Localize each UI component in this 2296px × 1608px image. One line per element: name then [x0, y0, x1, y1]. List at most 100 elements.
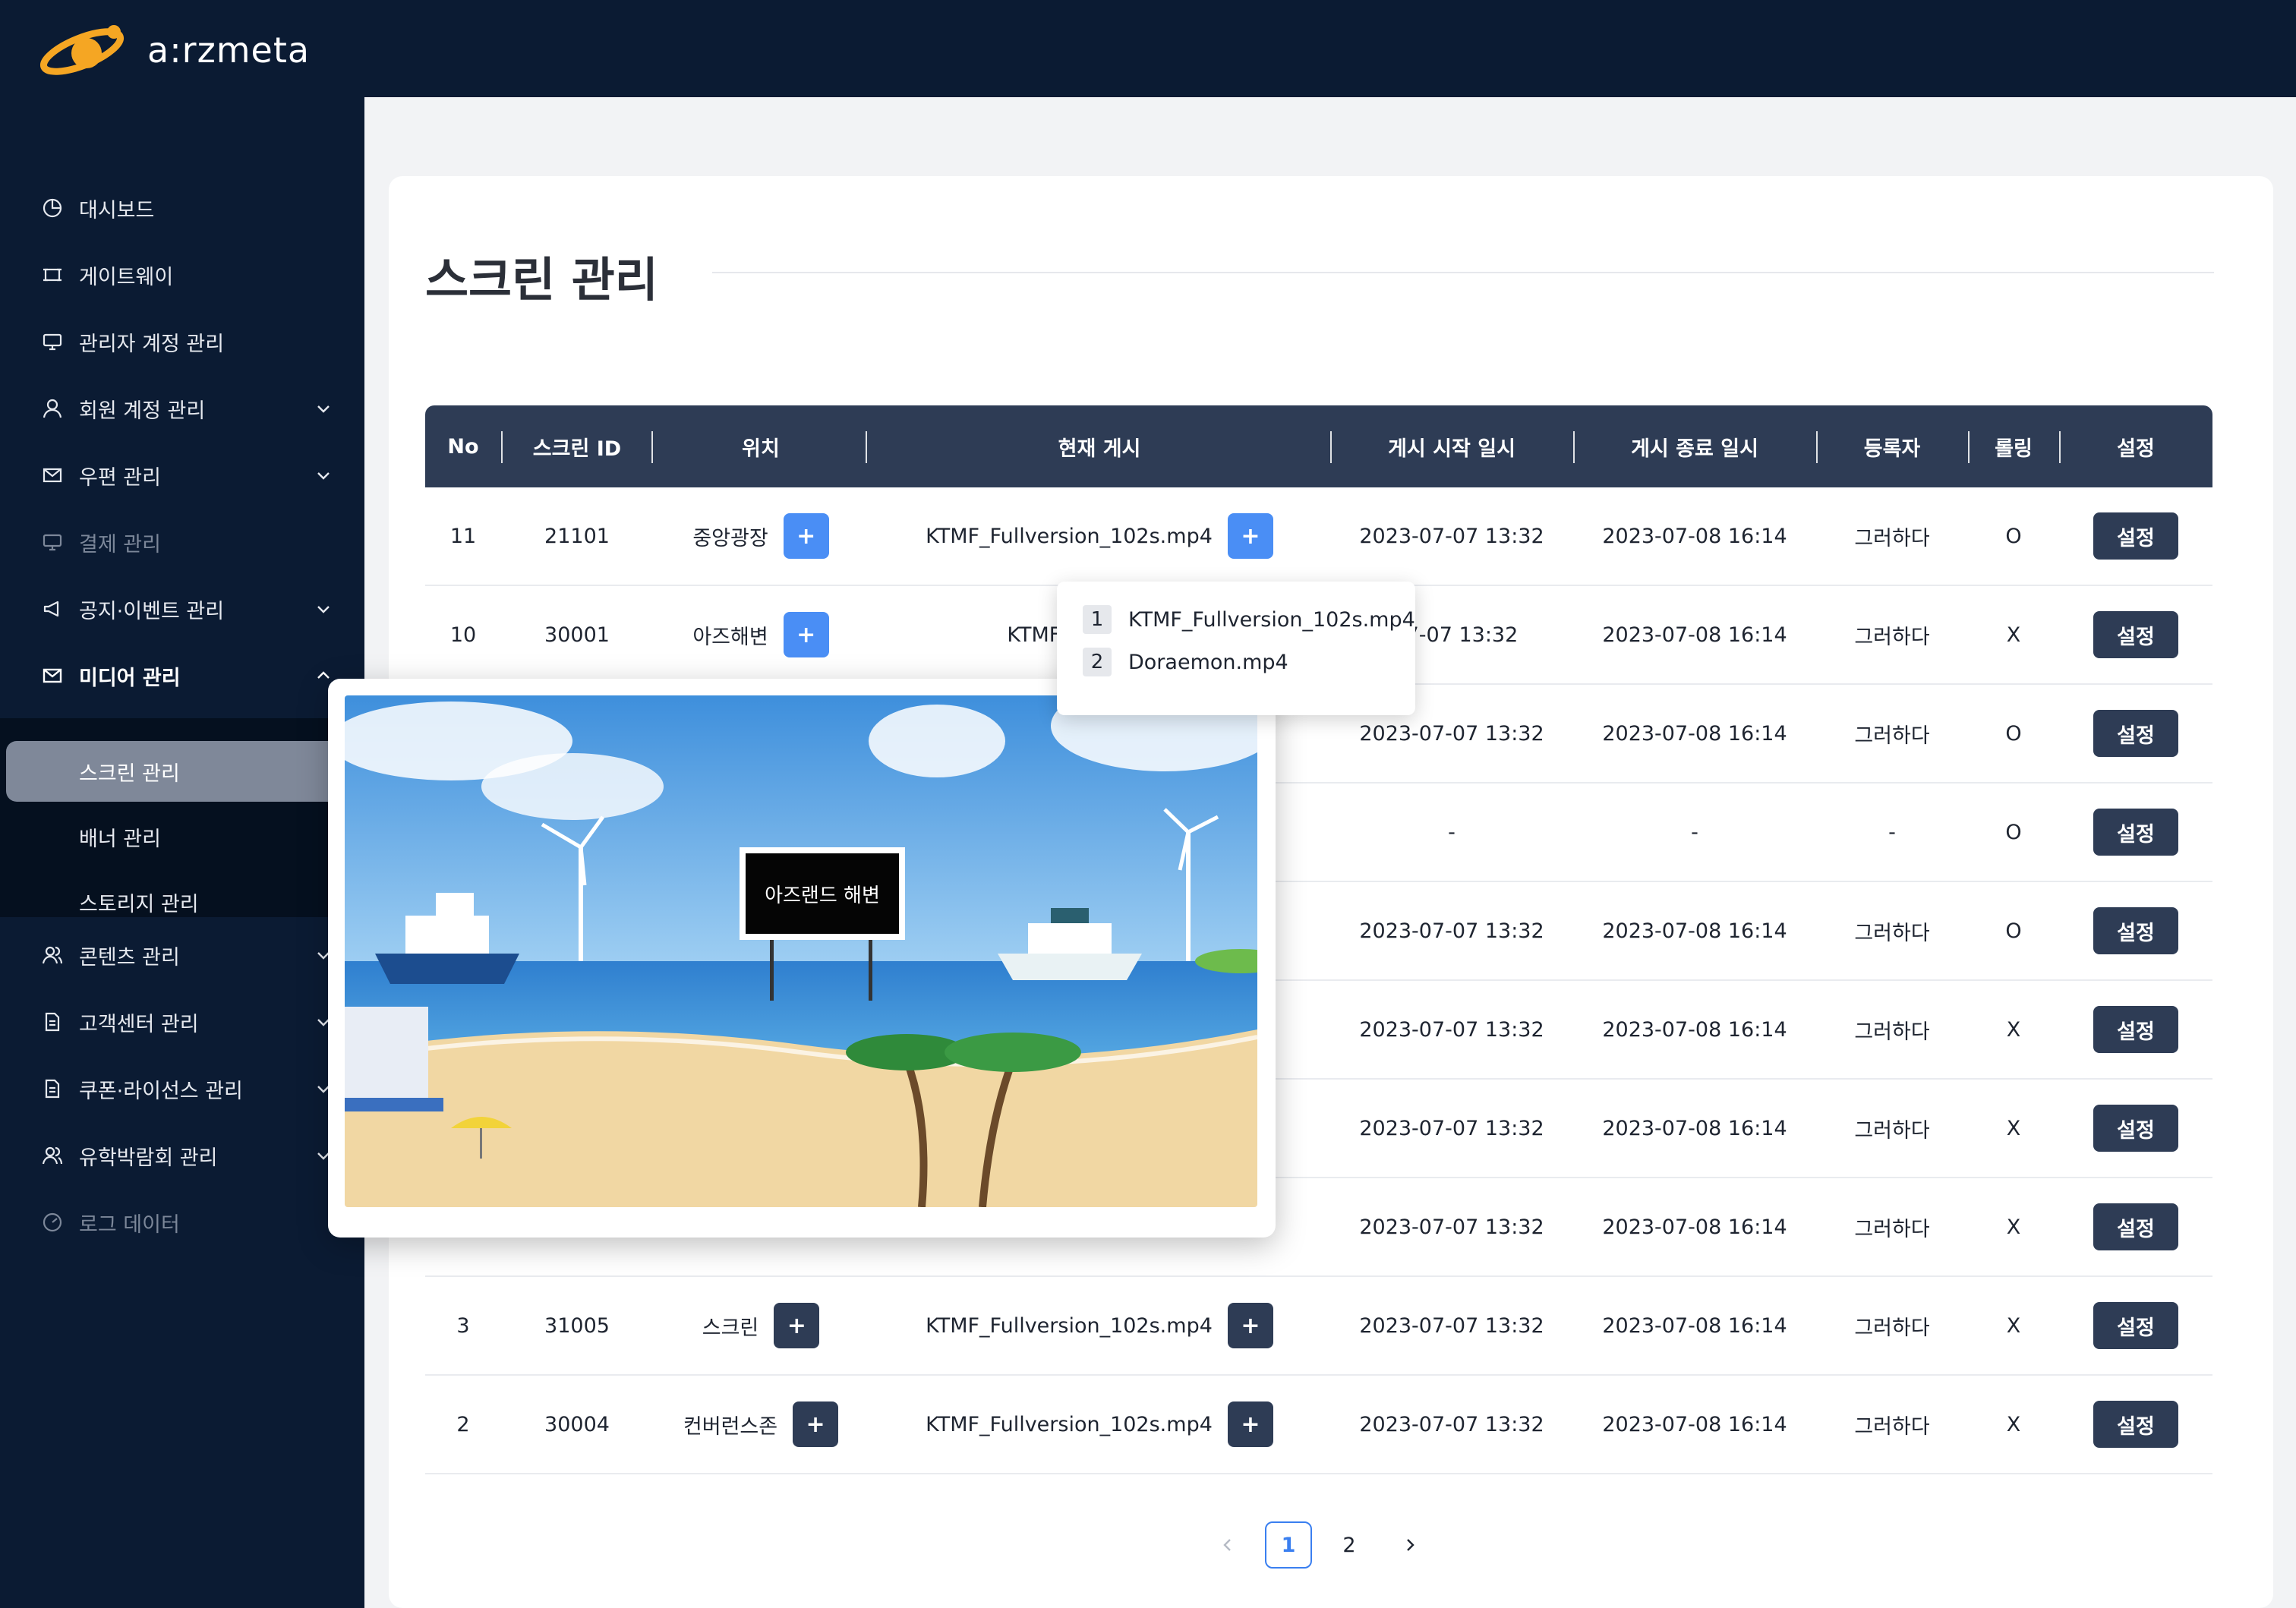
cell-text: 아즈해변 [692, 625, 768, 649]
cell-text: 2023-07-08 16:14 [1602, 1215, 1787, 1239]
settings-button[interactable]: 설정 [2093, 1302, 2178, 1349]
document-icon [41, 1077, 64, 1100]
cell-no: 2 [425, 1376, 501, 1473]
cell-text: O [2005, 721, 2022, 746]
cell-text: 그러하다 [1854, 1414, 1930, 1439]
col-location: 위치 [742, 437, 780, 461]
sidebar-item-notice-event[interactable]: 공지·이벤트 관리 [0, 575, 364, 642]
sidebar-item-customer-center[interactable]: 고객센터 관리 [0, 988, 364, 1055]
settings-button[interactable]: 설정 [2093, 1105, 2178, 1152]
cell-text: 중앙광장 [692, 526, 768, 550]
cell-text: O [2005, 919, 2022, 943]
cell-settings: 설정 [2059, 981, 2212, 1078]
cell-location: 컨버런스존 + [653, 1376, 869, 1473]
sidebar-item-gateway[interactable]: 게이트웨이 [0, 241, 364, 308]
document-icon [41, 1011, 64, 1033]
add-media-button[interactable]: + [1227, 513, 1273, 559]
cell-registrant: 그러하다 [1816, 685, 1968, 782]
col-registrant: 등록자 [1863, 437, 1921, 461]
sidebar-item-payment[interactable]: 결제 관리 [0, 509, 364, 575]
cell-no: 3 [425, 1277, 501, 1374]
add-location-button[interactable]: + [793, 1401, 839, 1447]
pagination-next[interactable] [1386, 1521, 1433, 1569]
cell-start: - [1330, 784, 1573, 881]
settings-button[interactable]: 설정 [2093, 1203, 2178, 1250]
cell-rolling: O [1968, 784, 2059, 881]
cell-text: 2023-07-08 16:14 [1602, 1116, 1787, 1140]
screen-preview-popup: 아즈랜드 해변 [328, 679, 1276, 1238]
cell-text: 2023-07-08 16:14 [1602, 1412, 1787, 1436]
cell-rolling: O [1968, 882, 2059, 979]
cell-end: 2023-07-08 16:14 [1573, 685, 1816, 782]
cell-settings: 설정 [2059, 784, 2212, 881]
popover-item-index: 2 [1083, 648, 1112, 676]
brand-name: a:rzmeta [147, 30, 311, 71]
cell-text: 2023-07-07 13:32 [1359, 524, 1544, 548]
pagination-page-2[interactable]: 2 [1326, 1521, 1373, 1569]
brand-logo[interactable]: a:rzmeta [38, 21, 310, 79]
cell-end: 2023-07-08 16:14 [1573, 586, 1816, 683]
logo-icon [39, 25, 125, 75]
cell-settings: 설정 [2059, 1178, 2212, 1275]
pie-chart-icon [41, 197, 64, 219]
sidebar-item-study-fair[interactable]: 유학박람회 관리 [0, 1122, 364, 1189]
cell-rolling: X [1968, 1178, 2059, 1275]
col-rolling: 롤링 [1995, 437, 2033, 461]
cell-text: X [2006, 1116, 2021, 1140]
settings-button[interactable]: 설정 [2093, 907, 2178, 954]
cell-registrant: 그러하다 [1816, 1376, 1968, 1473]
title-divider [712, 272, 2214, 273]
cell-start: 2023-07-07 13:32 [1330, 1080, 1573, 1177]
sidebar-item-contents[interactable]: 콘텐츠 관리 [0, 922, 364, 988]
cell-registrant: 그러하다 [1816, 882, 1968, 979]
sidebar-item-admin-accounts[interactable]: 관리자 계정 관리 [0, 308, 364, 375]
sidebar-item-media[interactable]: 미디어 관리 [0, 642, 364, 709]
media-submenu: 스크린 관리 배너 관리 스토리지 관리 [0, 718, 364, 917]
settings-button[interactable]: 설정 [2093, 710, 2178, 757]
popover-item[interactable]: 2 Doraemon.mp4 [1083, 647, 1288, 677]
popover-item-file: Doraemon.mp4 [1128, 650, 1288, 674]
add-location-button[interactable]: + [783, 513, 829, 559]
cell-end: 2023-07-08 16:14 [1573, 981, 1816, 1078]
settings-button[interactable]: 설정 [2093, 1401, 2178, 1448]
add-location-button[interactable]: + [774, 1303, 820, 1348]
cell-registrant: - [1816, 784, 1968, 881]
col-start: 게시 시작 일시 [1388, 437, 1515, 461]
table-row: 11 21101 중앙광장 + KTMF_Fullversion_102s.mp4 +20… [425, 487, 2212, 586]
add-location-button[interactable]: + [783, 612, 829, 657]
cell-start: 2023-07-07 13:32 [1330, 882, 1573, 979]
table-row: 2 30004 컨버런스존 + KTMF_Fullversion_102s.mp4 +20… [425, 1376, 2212, 1474]
pagination-page-1[interactable]: 1 [1265, 1521, 1312, 1569]
settings-button[interactable]: 설정 [2093, 809, 2178, 856]
submenu-item-screen[interactable]: 스크린 관리 [6, 741, 363, 802]
cell-location: 스크린 + [653, 1277, 869, 1374]
col-settings: 설정 [2117, 437, 2155, 461]
pagination-prev[interactable] [1204, 1521, 1251, 1569]
submenu-item-banner[interactable]: 배너 관리 [0, 806, 364, 867]
preview-sign-text: 아즈랜드 해변 [765, 884, 880, 907]
cell-text: X [2006, 1412, 2021, 1436]
sidebar-item-dashboard[interactable]: 대시보드 [0, 175, 364, 241]
cell-screen-id: 31005 [501, 1277, 653, 1374]
settings-button[interactable]: 설정 [2093, 1006, 2178, 1053]
add-media-button[interactable]: + [1227, 1303, 1273, 1348]
cell-rolling: X [1968, 981, 2059, 1078]
popover-item[interactable]: 1 KTMF_Fullversion_102s.mp4 [1083, 604, 1415, 635]
cell-text: 11 [449, 524, 477, 548]
cell-text: 10 [449, 623, 477, 647]
add-media-button[interactable]: + [1227, 1401, 1273, 1447]
sidebar-item-log-data[interactable]: 로그 데이터 [0, 1189, 364, 1256]
cell-end: 2023-07-08 16:14 [1573, 1376, 1816, 1473]
sidebar-item-mail[interactable]: 우편 관리 [0, 442, 364, 509]
cell-text: 30001 [544, 623, 610, 647]
cell-no: 10 [425, 586, 501, 683]
cell-registrant: 그러하다 [1816, 981, 1968, 1078]
gateway-icon [41, 263, 64, 286]
sidebar-item-member-accounts[interactable]: 회원 계정 관리 [0, 375, 364, 442]
cell-text: 3 [456, 1313, 470, 1338]
settings-button[interactable]: 설정 [2093, 512, 2178, 560]
cell-rolling: X [1968, 1376, 2059, 1473]
settings-button[interactable]: 설정 [2093, 611, 2178, 658]
sidebar-item-coupon-license[interactable]: 쿠폰·라이선스 관리 [0, 1055, 364, 1122]
cell-start: 2023-07-07 13:32 [1330, 487, 1573, 585]
